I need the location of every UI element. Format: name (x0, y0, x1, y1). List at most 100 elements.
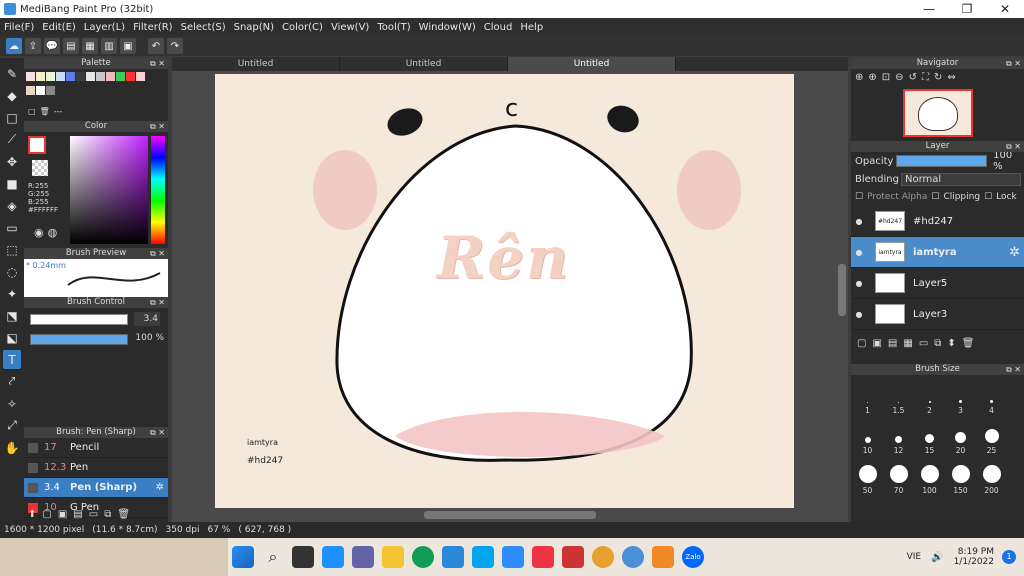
brush-tool-icon[interactable]: ✎ (3, 64, 21, 83)
menu-window[interactable]: Window(W) (415, 22, 480, 33)
fullscreen-icon[interactable]: ⛶ (922, 72, 929, 83)
brush-settings-icon[interactable]: ✲ (156, 482, 164, 493)
layer-opacity-slider[interactable] (895, 155, 988, 167)
rotate-right-icon[interactable]: ↻ (934, 72, 942, 83)
saturation-value-picker[interactable] (70, 136, 148, 244)
line-tool-icon[interactable]: ⟋ (3, 130, 21, 149)
menu-color[interactable]: Color(C) (278, 22, 327, 33)
text-tool-icon[interactable]: T (3, 350, 21, 369)
palette-swatch[interactable] (96, 72, 105, 81)
maximize-button[interactable]: ❐ (948, 2, 986, 16)
medibang-icon[interactable] (652, 546, 674, 568)
palette-swatch[interactable] (86, 72, 95, 81)
brush-item-pen-sharp[interactable]: 3.4 Pen (Sharp) ✲ (24, 478, 168, 498)
brush-size-12[interactable]: 12 (883, 415, 914, 455)
brush-size-3[interactable]: 3 (945, 375, 976, 415)
select-eraser-tool-icon[interactable]: ⬕ (3, 328, 21, 347)
brush-size-slider[interactable] (30, 314, 128, 325)
office-icon[interactable] (532, 546, 554, 568)
widgets-icon[interactable] (322, 546, 344, 568)
layer-folder-icon[interactable]: ▭ (919, 338, 928, 349)
foreground-color-swatch[interactable] (28, 136, 46, 154)
gradient-tool-icon[interactable]: ▭ (3, 218, 21, 237)
palette-swatch[interactable] (106, 72, 115, 81)
redo-icon[interactable]: ↷ (167, 38, 183, 54)
volume-icon[interactable]: 🔊 (931, 552, 943, 563)
chrome-icon[interactable] (592, 546, 614, 568)
new-layer-copy-icon[interactable]: ▣ (872, 338, 881, 349)
tab-untitled-2[interactable]: Untitled (340, 57, 508, 71)
eraser-tool-icon[interactable]: ◆ (3, 86, 21, 105)
zoom-in2-icon[interactable]: ⊕ (868, 72, 876, 83)
select-tool-icon[interactable]: ⬚ (3, 240, 21, 259)
palette-swatch[interactable] (36, 86, 45, 95)
brush-copy-icon[interactable]: ▤ (73, 509, 82, 520)
start-icon[interactable] (232, 546, 254, 568)
doc-icon[interactable]: ▦ (82, 38, 98, 54)
new-layer-icon[interactable]: ▢ (857, 338, 866, 349)
app-icon-teams[interactable] (472, 546, 494, 568)
drawing-canvas[interactable]: c Rên iamtyra #hd247 (215, 74, 794, 508)
tab-untitled-3[interactable]: Untitled (508, 57, 676, 71)
brush-size-10[interactable]: 10 (852, 415, 883, 455)
new-brush-icon[interactable]: ▢ (42, 509, 51, 520)
flip-icon[interactable]: ⇔ (947, 72, 955, 83)
layer-item-layer5[interactable]: ● Layer5 (851, 268, 1024, 299)
new-layer-doc-icon[interactable]: ▤ (888, 338, 897, 349)
brush-size-1[interactable]: 1 (852, 375, 883, 415)
hand-tool-icon[interactable]: ✋ (3, 438, 21, 457)
brush-size-70[interactable]: 70 (883, 455, 914, 495)
menu-tool[interactable]: Tool(T) (373, 22, 414, 33)
palette-swatch[interactable] (26, 86, 35, 95)
brush-folder-icon[interactable]: ▭ (89, 509, 98, 520)
magic-wand-tool-icon[interactable]: ✦ (3, 284, 21, 303)
menu-file[interactable]: File(F) (0, 22, 38, 33)
list-icon[interactable]: ▣ (120, 38, 136, 54)
menu-edit[interactable]: Edit(E) (38, 22, 80, 33)
brush-size-150[interactable]: 150 (945, 455, 976, 495)
clock[interactable]: 8:19 PM 1/1/2022 (954, 547, 994, 567)
rect-tool-icon[interactable]: □ (3, 108, 21, 127)
notification-badge[interactable]: 1 (1002, 550, 1016, 564)
layer-visibility-icon[interactable]: ● (851, 279, 867, 288)
brush-menu-icon[interactable]: ▣ (58, 509, 67, 520)
eyedropper-tool-icon[interactable]: ⤢ (3, 416, 21, 435)
cloud-icon[interactable]: ☁ (6, 38, 22, 54)
layer-item-iamtyra[interactable]: ● iamtyra iamtyra ✲ (851, 237, 1024, 268)
undo-icon[interactable]: ↶ (148, 38, 164, 54)
bucket-tool-icon[interactable]: ◈ (3, 196, 21, 215)
brush-size-50[interactable]: 50 (852, 455, 883, 495)
brush-duplicate-icon[interactable]: ⧉ (104, 509, 111, 520)
palette-swatch[interactable] (136, 72, 145, 81)
layer-visibility-icon[interactable]: ● (851, 217, 867, 226)
horizontal-scrollbar[interactable] (424, 511, 596, 519)
palette-swatch[interactable] (66, 72, 75, 81)
grid-icon[interactable]: ▥ (101, 38, 117, 54)
palette-swatch[interactable] (46, 86, 55, 95)
eyedrop-color-icon[interactable]: ◍ (48, 226, 58, 239)
brush-size-200[interactable]: 200 (976, 455, 1007, 495)
operation-tool-icon[interactable]: ⤤ (3, 372, 21, 391)
wps-icon[interactable] (562, 546, 584, 568)
store-icon[interactable] (442, 546, 464, 568)
brush-size-4[interactable]: 4 (976, 375, 1007, 415)
brush-size-100[interactable]: 100 (914, 455, 945, 495)
clipping-checkbox[interactable]: ☐ (931, 192, 939, 202)
layer-visibility-icon[interactable]: ● (851, 248, 867, 257)
layer-settings-icon[interactable]: ✲ (1009, 245, 1020, 260)
file-explorer-icon[interactable] (382, 546, 404, 568)
menu-cloud[interactable]: Cloud (480, 22, 517, 33)
select-pen-tool-icon[interactable]: ⬔ (3, 306, 21, 325)
task-view-icon[interactable] (292, 546, 314, 568)
palette-swatch[interactable] (126, 72, 135, 81)
divide-tool-icon[interactable]: ⟡ (3, 394, 21, 413)
close-button[interactable]: ✕ (986, 2, 1024, 16)
chat-icon[interactable] (352, 546, 374, 568)
zoom-out-icon[interactable]: ⊖ (895, 72, 903, 83)
palette-swatch[interactable] (36, 72, 45, 81)
brush-size-20[interactable]: 20 (945, 415, 976, 455)
chrome-2-icon[interactable] (622, 546, 644, 568)
layer-merge-icon[interactable]: ⬍ (947, 338, 955, 349)
layer-duplicate-icon[interactable]: ⧉ (934, 338, 941, 349)
background-color-swatch[interactable] (32, 160, 48, 176)
